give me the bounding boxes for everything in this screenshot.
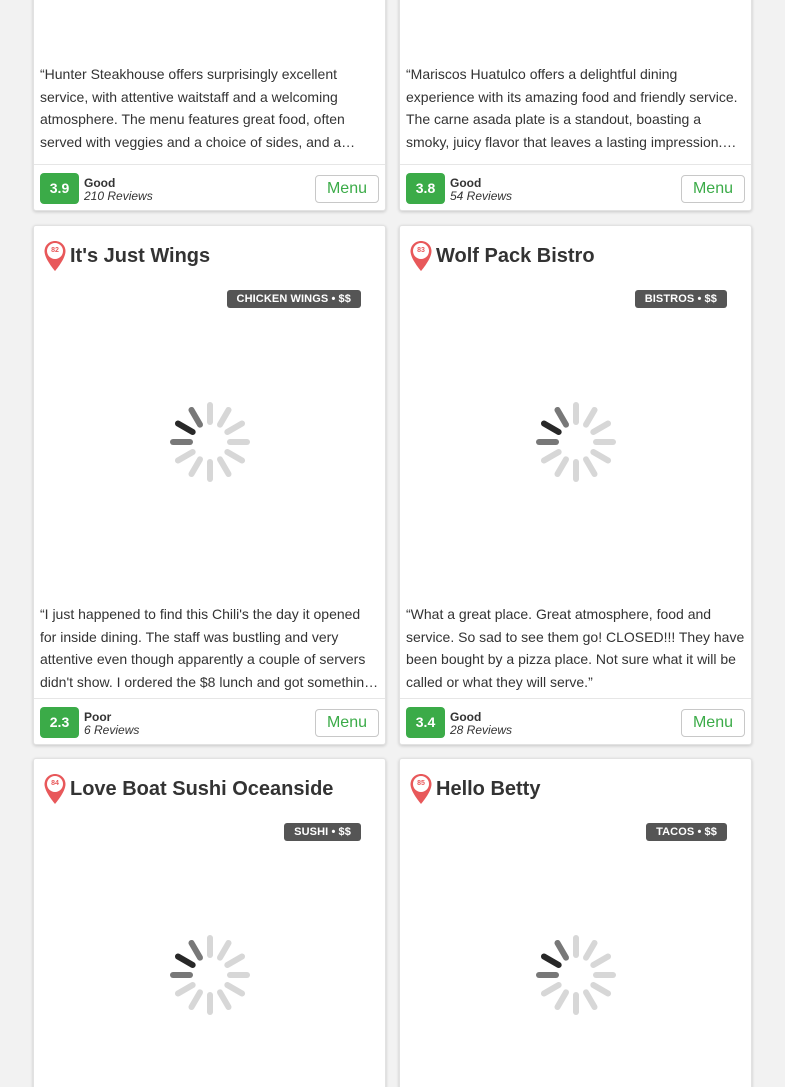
map-pin-icon: 84 <box>43 773 67 805</box>
rating-label: Good <box>84 176 116 190</box>
card-header: 82 It's Just Wings <box>34 226 385 290</box>
rank-number: 85 <box>417 780 425 787</box>
restaurant-card[interactable]: “Mariscos Huatulco offers a delightful d… <box>399 0 752 211</box>
card-header: 85 Hello Betty <box>400 759 751 823</box>
menu-button[interactable]: Menu <box>314 175 379 203</box>
rating-label: Good <box>450 176 482 190</box>
card-footer: 2.3 Poor 6 Reviews Menu <box>34 699 385 744</box>
review-count[interactable]: 210 Reviews <box>84 189 153 203</box>
rank-number: 84 <box>51 780 59 787</box>
restaurant-card[interactable]: “Hunter Steakhouse offers surprisingly e… <box>33 0 386 211</box>
rank-number: 82 <box>51 247 59 254</box>
rating-label: Poor <box>84 710 112 724</box>
map-pin-icon: 82 <box>43 240 67 272</box>
restaurant-name[interactable]: It's Just Wings <box>70 245 210 268</box>
restaurant-name[interactable]: Love Boat Sushi Oceanside <box>70 778 333 801</box>
review-count[interactable]: 28 Reviews <box>450 723 512 737</box>
restaurant-name[interactable]: Hello Betty <box>436 778 540 801</box>
loading-spinner-icon <box>169 402 250 482</box>
restaurant-image[interactable] <box>400 290 751 594</box>
rank-number: 83 <box>417 247 425 254</box>
rating-score-badge: 3.4 <box>406 707 445 738</box>
loading-spinner-icon <box>169 935 250 1015</box>
restaurant-image[interactable] <box>34 823 385 1087</box>
menu-button[interactable]: Menu <box>314 709 379 737</box>
rating-score-badge: 2.3 <box>40 707 79 738</box>
restaurant-card[interactable]: 83 Wolf Pack Bistro BISTROS • $$ “What a… <box>399 225 752 745</box>
review-text: “Hunter Steakhouse offers surprisingly e… <box>40 66 356 150</box>
review-snippet: “What a great place. Great atmosphere, f… <box>400 594 751 699</box>
review-count[interactable]: 6 Reviews <box>84 723 139 737</box>
restaurant-name[interactable]: Wolf Pack Bistro <box>436 245 595 268</box>
rating-score-badge: 3.8 <box>406 173 445 204</box>
map-pin-icon: 83 <box>409 240 433 272</box>
rating-label: Good <box>450 710 482 724</box>
review-snippet: “Mariscos Huatulco offers a delightful d… <box>400 0 751 165</box>
restaurant-image[interactable] <box>400 823 751 1087</box>
review-snippet: “I just happened to find this Chili's th… <box>34 594 385 699</box>
review-text: “I just happened to find this Chili's th… <box>40 606 379 690</box>
card-footer: 3.4 Good 28 Reviews Menu <box>400 699 751 744</box>
card-header: 83 Wolf Pack Bistro <box>400 226 751 290</box>
menu-button[interactable]: Menu <box>680 709 745 737</box>
menu-button[interactable]: Menu <box>680 175 745 203</box>
review-text: “Mariscos Huatulco offers a delightful d… <box>406 66 738 150</box>
restaurant-card[interactable]: 82 It's Just Wings CHICKEN WINGS • $$ “I… <box>33 225 386 745</box>
restaurant-card[interactable]: 84 Love Boat Sushi Oceanside SUSHI • $$ <box>33 758 386 1087</box>
restaurant-card[interactable]: 85 Hello Betty TACOS • $$ <box>399 758 752 1087</box>
map-pin-icon: 85 <box>409 773 433 805</box>
loading-spinner-icon <box>535 402 616 482</box>
review-count[interactable]: 54 Reviews <box>450 189 512 203</box>
loading-spinner-icon <box>535 935 616 1015</box>
card-footer: 3.9 Good 210 Reviews Menu <box>34 165 385 210</box>
card-footer: 3.8 Good 54 Reviews Menu <box>400 165 751 210</box>
review-text: “What a great place. Great atmosphere, f… <box>406 606 745 690</box>
restaurant-image[interactable] <box>34 290 385 594</box>
rating-score-badge: 3.9 <box>40 173 79 204</box>
card-header: 84 Love Boat Sushi Oceanside <box>34 759 385 823</box>
review-snippet: “Hunter Steakhouse offers surprisingly e… <box>34 0 385 165</box>
